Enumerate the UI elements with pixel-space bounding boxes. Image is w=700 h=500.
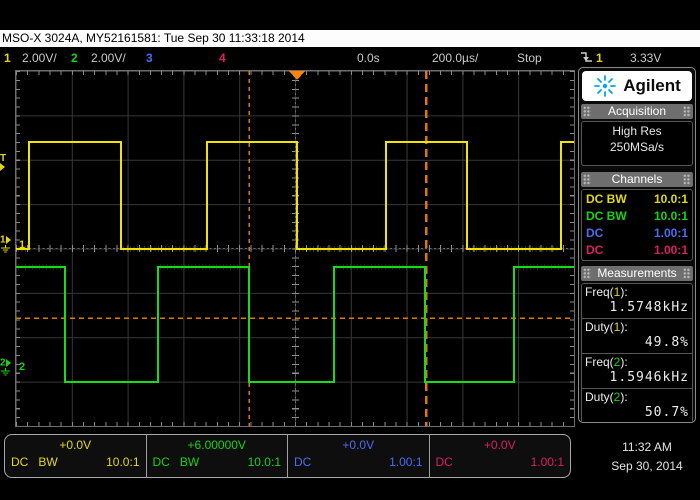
ch1-coupling: DC BW <box>586 191 627 208</box>
ch2-ground-marker[interactable]: 2 <box>0 359 15 378</box>
measurement-freq1: Freq(1): 1.5748kHz <box>582 284 692 318</box>
clock-time: 11:32 AM <box>622 440 672 454</box>
ch1-marker-arrow-icon <box>6 236 11 244</box>
channel-row-3: DC 1.00:1 <box>582 225 692 242</box>
channels-header[interactable]: Channels <box>581 172 693 187</box>
acquisition-mode: High Res <box>612 124 661 138</box>
channel-row-4: DC 1.00:1 <box>582 242 692 259</box>
ch4-offset-box[interactable]: +0.0V DC 1.00:1 <box>429 435 571 477</box>
ch1-bw-limit: BW <box>38 454 106 471</box>
brand-logo: Agilent <box>582 71 692 101</box>
ch3-probe-bottom: 1.00:1 <box>389 454 422 471</box>
ch1-offset-box[interactable]: +0.0V DC BW 10.0:1 <box>5 435 146 477</box>
ch1-ground-icon <box>0 245 11 253</box>
sample-rate: 250MSa/s <box>610 140 664 154</box>
measurement-duty2: Duty(2): 50.7% <box>582 388 692 423</box>
measurements-panel: Freq(1): 1.5748kHz Duty(1): 49.8% Freq(2… <box>581 283 693 423</box>
ch4-probe-bottom: 1.00:1 <box>531 454 564 471</box>
grip-dots-icon <box>583 174 591 185</box>
agilent-starburst-icon <box>593 74 617 98</box>
brand-name: Agilent <box>623 76 681 96</box>
measurements-header-label: Measurements <box>597 266 676 280</box>
meas2-value: 49.8% <box>585 335 689 351</box>
ch3-offset: +0.0V <box>294 437 423 454</box>
instrument-id-text: MSO-X 3024A, MY52161581: Tue Sep 30 11:3… <box>2 31 305 45</box>
ch1-probe-bottom: 10.0:1 <box>106 454 139 471</box>
measurement-freq2: Freq(2): 1.5946kHz <box>582 353 692 388</box>
ch2-marker-arrow-icon <box>6 359 11 367</box>
ch3-coupling-bottom: DC <box>294 454 311 471</box>
measurements-header[interactable]: Measurements <box>581 266 693 281</box>
ch1-coupling-bottom: DC <box>11 454 28 471</box>
trigger-level-marker[interactable]: T <box>0 155 15 172</box>
ch2-ground-icon <box>0 368 11 376</box>
acquisition-panel: High Res 250MSa/s <box>581 121 693 166</box>
measurement-duty1: Duty(1): 49.8% <box>582 318 692 353</box>
grip-dots-icon <box>583 268 591 279</box>
waveform-svg <box>16 71 574 426</box>
ch1-badge[interactable]: 1 <box>4 50 11 66</box>
trigger-source-readout[interactable]: 1 <box>596 50 603 66</box>
ch2-probe-bottom: 10.0:1 <box>248 454 281 471</box>
trigger-level-readout[interactable]: 3.33V <box>630 50 661 66</box>
clock: 11:32 AM Sep 30, 2014 <box>597 438 697 476</box>
grip-dots-icon <box>683 174 691 185</box>
ch3-badge[interactable]: 3 <box>146 50 153 66</box>
ch4-probe-ratio: 1.00:1 <box>654 242 688 259</box>
ch3-offset-box[interactable]: +0.0V DC 1.00:1 <box>287 435 429 477</box>
ch4-offset: +0.0V <box>436 437 565 454</box>
channel-row-1: DC BW 10.0:1 <box>582 191 692 208</box>
ch3-bw-limit <box>321 454 389 471</box>
ch1-vertical-scale[interactable]: 2.00V/ <box>22 50 57 66</box>
ch2-offset: +6.00000V <box>153 437 282 454</box>
meas1-value: 1.5748kHz <box>585 300 689 316</box>
ch3-probe-ratio: 1.00:1 <box>654 225 688 242</box>
channel-row-2: DC BW 10.0:1 <box>582 208 692 225</box>
ch2-coupling-bottom: DC <box>153 454 170 471</box>
grip-dots-icon <box>683 268 691 279</box>
ch4-badge[interactable]: 4 <box>219 50 226 66</box>
ch2-trace-label: 2 <box>19 362 25 372</box>
acquisition-header[interactable]: Acquisition <box>581 104 693 119</box>
trigger-edge-icon <box>580 50 593 68</box>
side-panel: Agilent Acquisition High Res 250MSa/s Ch… <box>578 67 696 423</box>
channels-panel: DC BW 10.0:1 DC BW 10.0:1 DC 1.00:1 DC 1… <box>581 189 693 261</box>
delay-readout[interactable]: 0.0s <box>357 50 380 66</box>
meas4-value: 50.7% <box>585 405 689 421</box>
grip-dots-icon <box>583 106 591 117</box>
ch1-ground-marker[interactable]: 1 <box>0 236 15 255</box>
ch1-trace-label: 1 <box>19 240 25 250</box>
grip-dots-icon <box>683 106 691 117</box>
ch4-coupling: DC <box>586 242 603 259</box>
trace-ch2 <box>16 267 574 382</box>
waveform-display: 1 2 <box>15 70 575 427</box>
trigger-marker-arrow-icon <box>0 163 5 171</box>
ch2-bw-limit: BW <box>180 454 248 471</box>
ch4-coupling-bottom: DC <box>436 454 453 471</box>
channel-offset-bar: +0.0V DC BW 10.0:1 +6.00000V DC BW 10.0:… <box>4 434 571 478</box>
clock-date: Sep 30, 2014 <box>611 459 682 473</box>
ch2-coupling: DC BW <box>586 208 627 225</box>
ch4-bw-limit <box>463 454 531 471</box>
timebase-readout[interactable]: 200.0µs/ <box>432 50 478 66</box>
ch2-vertical-scale[interactable]: 2.00V/ <box>91 50 126 66</box>
meas3-value: 1.5946kHz <box>585 370 689 386</box>
ch3-coupling: DC <box>586 225 603 242</box>
instrument-title-bar: MSO-X 3024A, MY52161581: Tue Sep 30 11:3… <box>0 30 700 47</box>
ch2-offset-box[interactable]: +6.00000V DC BW 10.0:1 <box>146 435 288 477</box>
status-bar: 1 2.00V/ 2 2.00V/ 3 4 0.0s 200.0µs/ Stop… <box>0 50 700 67</box>
trace-ch1 <box>16 142 574 249</box>
ch2-badge[interactable]: 2 <box>71 50 78 66</box>
timebase-reference-marker[interactable] <box>289 71 305 80</box>
ch2-probe-ratio: 10.0:1 <box>654 208 688 225</box>
ch1-probe-ratio: 10.0:1 <box>654 191 688 208</box>
ch1-offset: +0.0V <box>11 437 140 454</box>
channels-header-label: Channels <box>612 172 663 186</box>
acquisition-header-label: Acquisition <box>608 104 666 118</box>
run-state-readout[interactable]: Stop <box>517 50 542 66</box>
